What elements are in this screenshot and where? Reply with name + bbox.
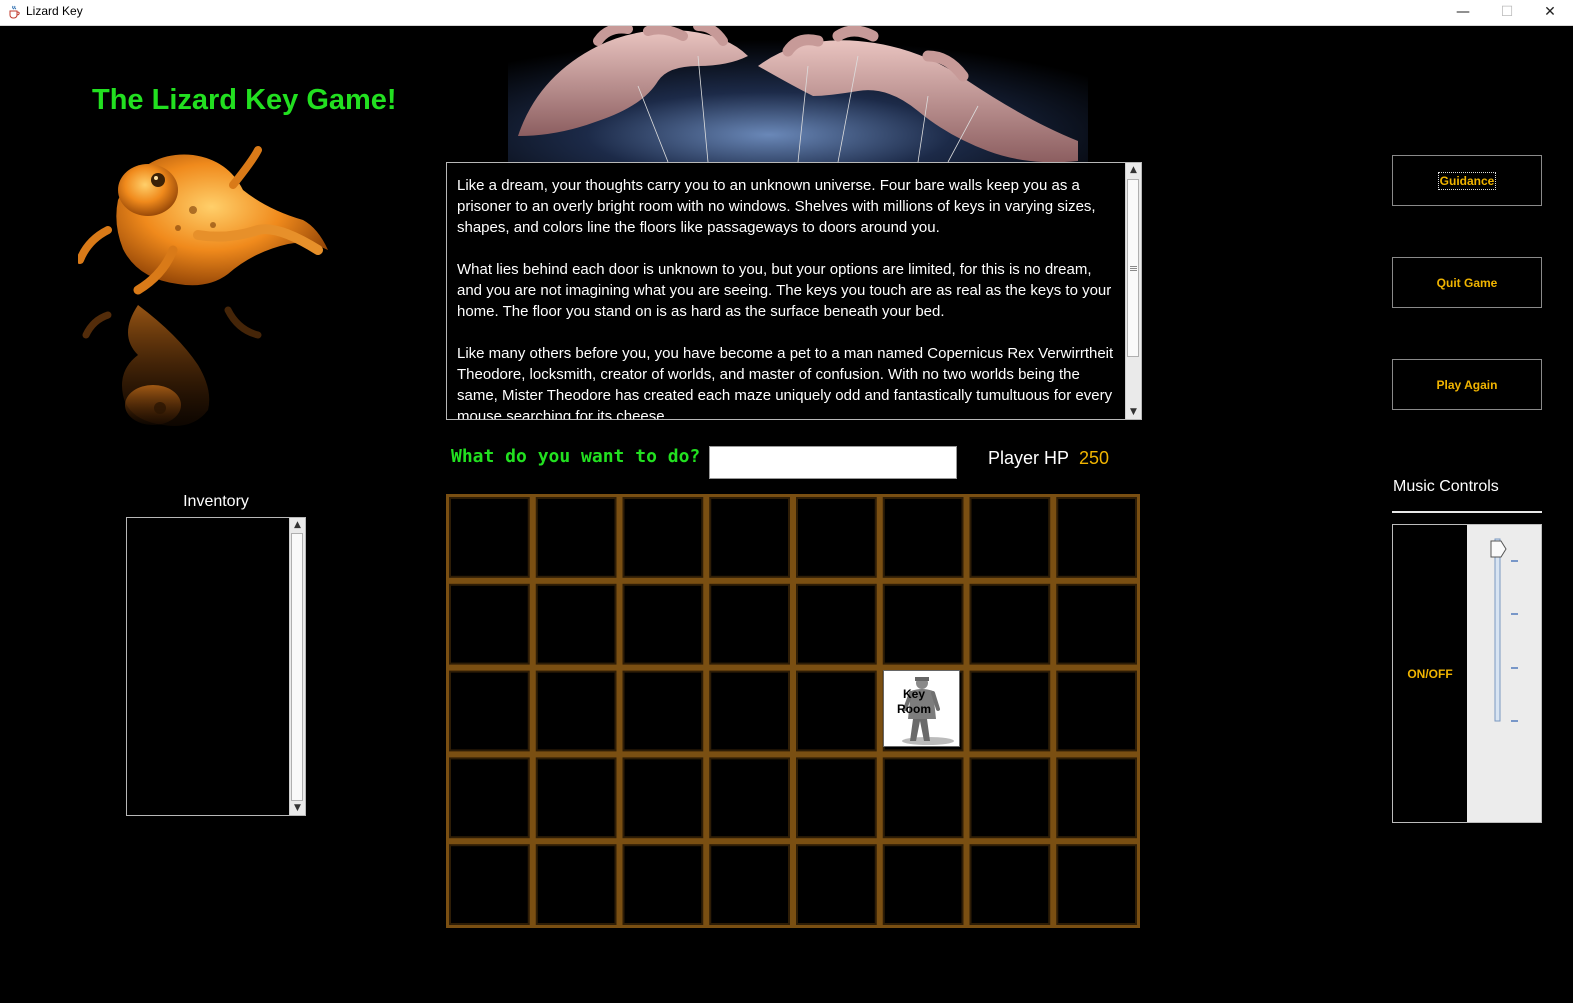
quit-game-button[interactable]: Quit Game [1392, 257, 1542, 308]
music-toggle-button[interactable]: ON/OFF [1393, 525, 1467, 822]
map-cell [1058, 499, 1135, 576]
map-cell [624, 846, 702, 923]
inventory-list[interactable]: ▲ ▼ [126, 517, 306, 816]
story-text-area[interactable]: Like a dream, your thoughts carry you to… [446, 162, 1142, 420]
map-cell [884, 759, 962, 837]
volume-slider-area [1467, 525, 1541, 822]
story-paragraph: What lies behind each door is unknown to… [457, 261, 1112, 320]
close-button[interactable]: ✕ [1527, 0, 1573, 25]
map-cell [798, 585, 875, 663]
map-cell [884, 846, 962, 923]
inventory-scrollbar[interactable]: ▲ ▼ [289, 518, 305, 815]
map-cell [884, 499, 962, 576]
volume-slider[interactable] [1467, 525, 1541, 822]
map-cell [451, 585, 528, 663]
guidance-button-label: Guidance [1437, 171, 1497, 190]
music-divider [1392, 511, 1542, 513]
player-hp-value: 250 [1079, 448, 1110, 468]
map-cell [971, 759, 1049, 837]
map-cell [537, 672, 615, 750]
map-cell [711, 672, 788, 750]
story-paragraph: Like many others before you, you have be… [457, 345, 1114, 419]
map-cell [1058, 672, 1135, 750]
scroll-thumb[interactable] [291, 533, 303, 801]
map-cell [711, 759, 788, 837]
volume-slider-ticks [1511, 560, 1518, 722]
map-cell [971, 499, 1049, 576]
map-cell [1058, 759, 1135, 837]
volume-slider-thumb [1490, 540, 1507, 558]
map-cell [971, 846, 1049, 923]
map-cell [624, 759, 702, 837]
window-title: Lizard Key [26, 4, 83, 18]
story-scrollbar[interactable]: ▲ ▼ [1125, 163, 1141, 419]
quit-game-button-label: Quit Game [1436, 275, 1498, 290]
window-titlebar: Lizard Key — ☐ ✕ [0, 0, 1573, 26]
map-cell [798, 759, 875, 837]
scroll-thumb[interactable] [1127, 179, 1139, 357]
guidance-button[interactable]: Guidance [1392, 155, 1542, 206]
map-cell [798, 846, 875, 923]
game-title: The Lizard Key Game! [92, 84, 397, 116]
key-room-cell: Key Room [883, 670, 960, 747]
inventory-label: Inventory [183, 493, 249, 510]
volume-slider-track [1494, 538, 1501, 722]
command-input[interactable] [709, 446, 957, 479]
map-cell [451, 759, 528, 837]
map-grid [446, 494, 1140, 928]
map-cell [624, 499, 702, 576]
java-cup-icon [9, 5, 20, 19]
map-cell [711, 585, 788, 663]
map-cell [1058, 585, 1135, 663]
story-text: Like a dream, your thoughts carry you to… [457, 175, 1117, 419]
scroll-down-arrow-icon[interactable]: ▼ [290, 801, 305, 815]
play-again-button[interactable]: Play Again [1392, 359, 1542, 410]
map-cell [711, 499, 788, 576]
scroll-down-arrow-icon[interactable]: ▼ [1126, 405, 1141, 419]
map-cell [451, 672, 528, 750]
story-paragraph: Like a dream, your thoughts carry you to… [457, 177, 1096, 236]
scroll-up-arrow-icon[interactable]: ▲ [290, 518, 305, 532]
map-cell [537, 759, 615, 837]
puppeteer-hands-image [508, 26, 1088, 162]
map-cell [884, 585, 962, 663]
map-cell [1058, 846, 1135, 923]
minimize-button[interactable]: — [1440, 0, 1486, 25]
map-cell [798, 672, 875, 750]
map-cell [537, 585, 615, 663]
map-cell [971, 585, 1049, 663]
map-cell [971, 672, 1049, 750]
map-cell [624, 585, 702, 663]
map-cell [451, 846, 528, 923]
play-again-button-label: Play Again [1436, 377, 1498, 392]
maximize-button[interactable]: ☐ [1484, 0, 1530, 25]
scroll-up-arrow-icon[interactable]: ▲ [1126, 163, 1141, 177]
lizard-image [78, 146, 328, 426]
player-hp-label: Player HP [988, 448, 1070, 468]
map-cell [711, 846, 788, 923]
music-controls-panel: ON/OFF [1392, 524, 1542, 823]
map-cell [798, 499, 875, 576]
map-cell [537, 499, 615, 576]
command-prompt: What do you want to do? [451, 446, 701, 467]
music-controls-label: Music Controls [1393, 478, 1499, 495]
map-cell [451, 499, 528, 576]
key-room-label: Key Room [897, 687, 931, 716]
map-cell [624, 672, 702, 750]
map-cell [537, 846, 615, 923]
